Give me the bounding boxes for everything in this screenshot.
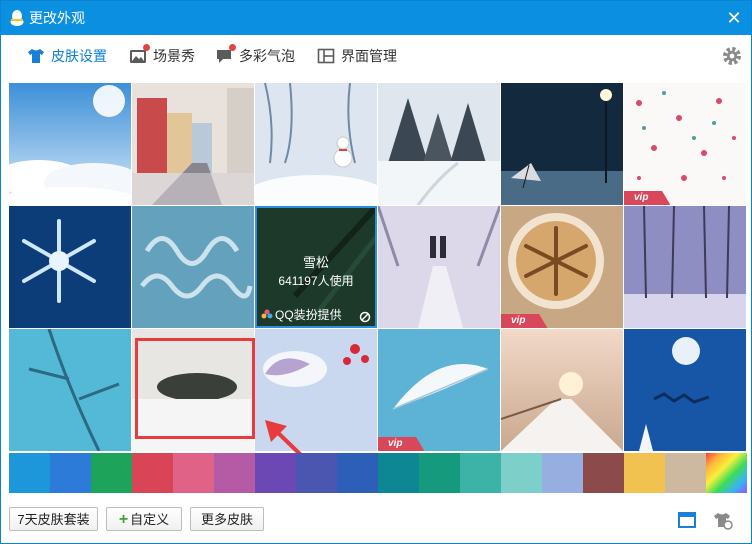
tab-interface-management[interactable]: 界面管理 <box>317 43 397 69</box>
skin-package-button[interactable]: 7天皮肤套装 <box>9 507 98 531</box>
qq-penguin-icon <box>10 10 24 26</box>
skin-name: 雪松 <box>302 255 329 270</box>
color-swatch[interactable] <box>337 453 378 493</box>
color-swatch[interactable] <box>132 453 173 493</box>
color-swatch[interactable] <box>665 453 706 493</box>
skin-thumbnail[interactable]: vip <box>624 83 746 205</box>
skin-image-moon-reindeer <box>624 329 746 451</box>
skin-image-winter-lake <box>132 329 254 451</box>
skin-thumbnail[interactable] <box>501 329 623 451</box>
skin-image-snow-forest <box>378 83 500 205</box>
skin-user-count: 641197人使用 <box>278 274 354 288</box>
skin-provider: QQ装扮提供 <box>261 306 342 323</box>
skin-image-ice-snowflake <box>9 206 131 328</box>
color-swatch[interactable] <box>173 453 214 493</box>
skin-image-sky-clouds <box>9 83 131 205</box>
color-swatch[interactable] <box>378 453 419 493</box>
skin-image-bird-berries <box>255 329 377 451</box>
skin-image-merry-christmas-frost <box>132 206 254 328</box>
skin-thumbnail[interactable] <box>378 206 500 328</box>
skin-thumbnail[interactable] <box>9 83 131 205</box>
color-swatch[interactable] <box>583 453 624 493</box>
skin-image-icy-branch <box>9 329 131 451</box>
tab-label: 皮肤设置 <box>51 48 107 64</box>
window-mode-icon[interactable] <box>677 510 697 530</box>
shirt-icon <box>28 49 44 63</box>
skin-thumbnail[interactable]: vip <box>378 329 500 451</box>
skin-image-snowman <box>255 83 377 205</box>
skin-thumbnail[interactable] <box>9 329 131 451</box>
color-swatch[interactable] <box>9 453 50 493</box>
skin-image-bare-trees <box>624 206 746 328</box>
skin-image-snowflake-pattern <box>624 83 746 205</box>
tab-label: 场景秀 <box>153 48 195 64</box>
skin-image-snowy-street <box>132 83 254 205</box>
skin-thumbnail[interactable] <box>255 83 377 205</box>
skin-thumbnail-hovered[interactable]: 雪松 641197人使用 QQ装扮提供 <box>255 206 377 328</box>
tab-label: 多彩气泡 <box>239 48 295 64</box>
notification-badge <box>229 44 236 51</box>
tab-skin-settings[interactable]: 皮肤设置 <box>27 43 107 69</box>
color-swatch[interactable] <box>419 453 460 493</box>
plus-icon: + <box>118 511 129 528</box>
color-swatch[interactable] <box>255 453 296 493</box>
skin-image-feather <box>378 329 500 451</box>
skin-thumbnail[interactable] <box>132 83 254 205</box>
color-swatch[interactable] <box>214 453 255 493</box>
shirt-settings-icon[interactable] <box>713 510 733 530</box>
skin-image-latte-art <box>501 206 623 328</box>
layout-icon <box>317 48 335 64</box>
color-swatch[interactable] <box>706 453 747 493</box>
skin-thumbnail[interactable] <box>255 329 377 451</box>
flower-icon <box>261 309 273 318</box>
close-icon: ✕ <box>726 8 742 28</box>
color-swatch[interactable] <box>91 453 132 493</box>
skin-thumbnail[interactable]: vip <box>501 206 623 328</box>
skin-thumbnail[interactable] <box>132 329 254 451</box>
color-swatch[interactable] <box>501 453 542 493</box>
color-swatch[interactable] <box>624 453 665 493</box>
skin-image-couple-walk <box>378 206 500 328</box>
title-bar[interactable]: 更改外观 ✕ <box>1 1 751 35</box>
tab-bar: 皮肤设置 场景秀 多彩气泡 界面管理 <box>1 35 751 79</box>
color-swatch[interactable] <box>50 453 91 493</box>
skin-thumbnail[interactable] <box>501 83 623 205</box>
tab-colorful-bubbles[interactable]: 多彩气泡 <box>215 43 295 69</box>
window-title: 更改外观 <box>29 10 85 26</box>
tab-label: 界面管理 <box>341 48 397 64</box>
skin-image-night-lamp <box>501 83 623 205</box>
gear-icon[interactable] <box>721 45 743 67</box>
skin-grid: vip 雪松 641197人使用 QQ装扮提供 vip vip <box>9 83 747 451</box>
skin-thumbnail[interactable] <box>9 206 131 328</box>
close-button[interactable]: ✕ <box>723 7 745 29</box>
skin-thumbnail[interactable] <box>624 329 746 451</box>
tab-scene-show[interactable]: 场景秀 <box>129 43 195 69</box>
skin-thumbnail[interactable] <box>624 206 746 328</box>
link-icon[interactable] <box>359 311 371 323</box>
skin-image-sunset-boardwalk <box>501 329 623 451</box>
skin-thumbnail[interactable] <box>378 83 500 205</box>
more-skins-button[interactable]: 更多皮肤 <box>190 507 264 531</box>
skin-thumbnail[interactable] <box>132 206 254 328</box>
notification-badge <box>143 44 150 51</box>
color-swatch[interactable] <box>296 453 337 493</box>
color-swatch[interactable] <box>460 453 501 493</box>
color-swatch-bar <box>9 453 747 493</box>
custom-button[interactable]: + 自定义 <box>106 507 182 531</box>
custom-button-label: 自定义 <box>130 512 170 527</box>
hover-overlay: 雪松 641197人使用 QQ装扮提供 <box>255 206 377 328</box>
change-appearance-window: 更改外观 ✕ 皮肤设置 场景秀 多彩气泡 界面管理 vip 雪松 641197人… <box>0 0 752 544</box>
provider-text: QQ装扮提供 <box>275 308 342 322</box>
bottom-bar: 7天皮肤套装 + 自定义 更多皮肤 <box>1 499 751 543</box>
color-swatch[interactable] <box>542 453 583 493</box>
